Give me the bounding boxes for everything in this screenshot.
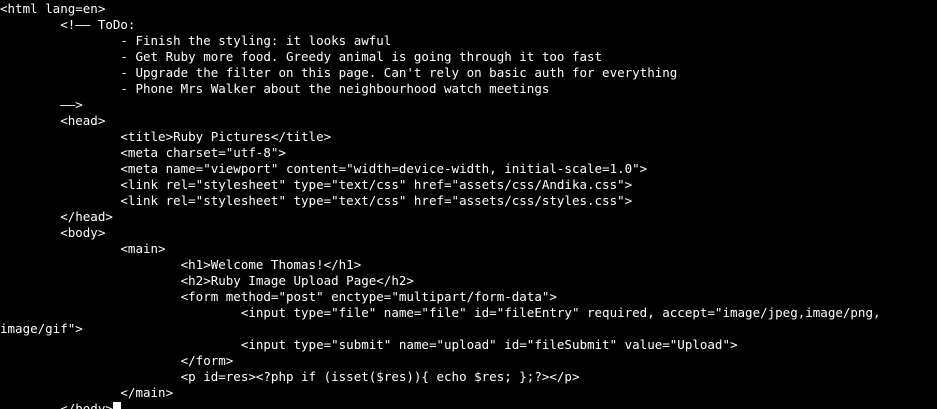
terminal-line: - Upgrade the filter on this page. Can't… xyxy=(0,65,678,80)
terminal-line: <title>Ruby Pictures</title> xyxy=(0,129,332,144)
terminal-line: ——> xyxy=(0,97,83,112)
terminal-line: <main> xyxy=(0,241,166,256)
terminal-line: </head> xyxy=(0,209,113,224)
terminal-line: image/gif"> xyxy=(0,321,83,336)
terminal-line: <p id=res><?php if (isset($res)){ echo $… xyxy=(0,369,580,384)
terminal-line: <h1>Welcome Thomas!</h1> xyxy=(0,257,362,272)
terminal-line-text: </body> xyxy=(0,401,113,409)
terminal-line: <body> xyxy=(0,225,106,240)
terminal-line: <form method="post" enctype="multipart/f… xyxy=(0,289,557,304)
terminal-line: - Finish the styling: it looks awful xyxy=(0,33,392,48)
terminal-line: <h2>Ruby Image Upload Page</h2> xyxy=(0,273,414,288)
terminal-line: <!—— ToDo: xyxy=(0,17,136,32)
terminal-line: </main> xyxy=(0,385,174,400)
terminal-line: <link rel="stylesheet" type="text/css" h… xyxy=(0,193,633,208)
terminal-line: <input type="submit" name="upload" id="f… xyxy=(0,337,738,352)
terminal-cursor xyxy=(112,402,121,409)
terminal-output[interactable]: <html lang=en> <!—— ToDo: - Finish the s… xyxy=(0,0,937,409)
terminal-line-last: </body> xyxy=(0,401,937,409)
terminal-line: <meta name="viewport" content="width=dev… xyxy=(0,161,648,176)
terminal-line: <head> xyxy=(0,113,106,128)
terminal-line: <input type="file" name="file" id="fileE… xyxy=(0,305,881,320)
terminal-line: <meta charset="utf-8"> xyxy=(0,145,286,160)
terminal-line: - Phone Mrs Walker about the neighbourho… xyxy=(0,81,550,96)
terminal-line: - Get Ruby more food. Greedy animal is g… xyxy=(0,49,603,64)
terminal-line: <html lang=en> xyxy=(0,1,106,16)
terminal-line: </form> xyxy=(0,353,234,368)
terminal-line: <link rel="stylesheet" type="text/css" h… xyxy=(0,177,633,192)
